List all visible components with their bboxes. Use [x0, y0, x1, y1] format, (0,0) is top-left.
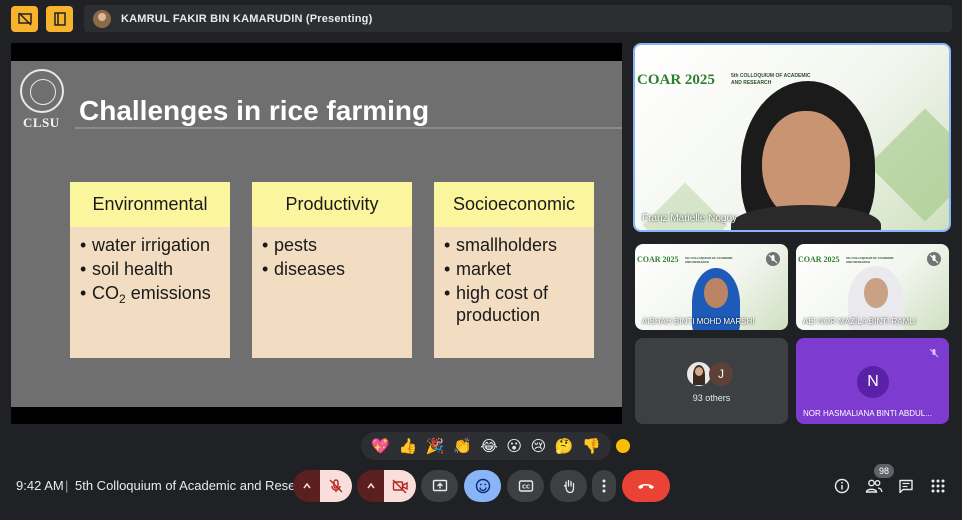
column-heading: Environmental [70, 182, 230, 227]
meet-window: KAMRUL FAKIR BIN KAMARUDIN (Presenting) … [0, 0, 962, 520]
participant-name: AISHAH BINTI MOHD MARSHI [642, 317, 755, 326]
more-options-icon [602, 479, 606, 493]
others-count-label: 93 others [692, 393, 731, 403]
title-divider [75, 127, 622, 129]
list-item: diseases [262, 258, 412, 280]
camera-toggle-button[interactable] [384, 470, 416, 502]
chat-icon [899, 479, 913, 494]
list-item: pests [262, 234, 412, 256]
svg-text:CC: CC [521, 485, 529, 491]
column-heading: Productivity [252, 182, 412, 227]
logo-text: CLSU [23, 115, 60, 130]
end-call-icon [638, 484, 654, 489]
clock: 9:42 AM [16, 478, 64, 493]
raise-hand-button[interactable] [550, 470, 587, 502]
stop-presentation-button[interactable] [11, 6, 38, 32]
present-button[interactable] [421, 470, 458, 502]
reaction-heart[interactable]: 💖 [371, 437, 390, 455]
participant-name: Franz Marielle Nogoy [642, 213, 738, 224]
presenter-banner: KAMRUL FAKIR BIN KAMARUDIN (Presenting) [84, 5, 952, 32]
conference-title: COAR 2025 [637, 72, 715, 88]
mic-off-icon [927, 252, 941, 266]
info-icon [834, 478, 850, 494]
reaction-thinking[interactable]: 🤔 [555, 437, 574, 455]
participant-name: AEI NOR MAZILA BINTI RAMLI [803, 317, 916, 326]
presenter-name: KAMRUL FAKIR BIN KAMARUDIN (Presenting) [121, 12, 373, 25]
chevron-up-icon [367, 482, 375, 489]
people-button[interactable] [865, 477, 883, 495]
list-item: high cost of production [444, 282, 594, 326]
camera-off-icon [392, 479, 408, 494]
captions-button[interactable]: CC [507, 470, 544, 502]
top-bar: KAMRUL FAKIR BIN KAMARUDIN (Presenting) [0, 0, 962, 36]
chat-button[interactable] [897, 477, 915, 495]
participants-count-badge: 98 [874, 464, 894, 478]
list-item: water irrigation [80, 234, 230, 256]
present-off-icon [17, 12, 32, 26]
column-productivity: Productivity pests diseases [252, 182, 412, 358]
reaction-thumbs-down[interactable]: 👎 [582, 437, 601, 455]
people-icon [865, 479, 883, 493]
raise-hand-icon [563, 479, 574, 494]
reaction-bar: 💖 👍 🎉 👏 😂 😮 😢 🤔 👎 [361, 432, 611, 460]
presenter-avatar [93, 9, 111, 28]
presentation-stage[interactable]: CLSU Challenges in rice farming Environm… [11, 43, 622, 424]
others-tile[interactable]: J 93 others [635, 338, 788, 424]
reaction-thumbs-up[interactable]: 👍 [399, 437, 418, 455]
mic-toggle-button[interactable] [320, 470, 352, 502]
more-options-button[interactable] [592, 470, 616, 502]
captions-icon: CC [518, 480, 533, 492]
avatar: N [857, 366, 889, 398]
divider: | [65, 478, 69, 493]
list-item: CO2 emissions [80, 282, 230, 310]
slide: CLSU Challenges in rice farming Environm… [11, 61, 622, 407]
audio-settings-button[interactable] [293, 470, 321, 502]
participant-tile[interactable]: N NOR HASMALIANA BINTI ABDUL... [796, 338, 949, 424]
column-socioeconomic: Socioeconomic smallholders market high c… [434, 182, 594, 358]
university-seal-logo [20, 69, 64, 113]
present-screen-icon [432, 479, 447, 492]
list-item: market [444, 258, 594, 280]
activities-button[interactable] [929, 477, 947, 495]
reaction-sad[interactable]: 😢 [531, 437, 547, 455]
participant-tile[interactable]: COAR 2025 5th COLLOQUIUM OF ACADEMIC AND… [796, 244, 949, 330]
column-environmental: Environmental water irrigation soil heal… [70, 182, 230, 358]
mic-off-icon [929, 348, 939, 358]
list-item: soil health [80, 258, 230, 280]
avatar [687, 362, 711, 386]
slide-title: Challenges in rice farming [79, 95, 430, 126]
column-heading: Socioeconomic [434, 182, 594, 227]
list-item: smallholders [444, 234, 594, 256]
mic-off-icon [329, 479, 343, 493]
layout-button[interactable] [46, 6, 73, 32]
meeting-details-button[interactable] [833, 477, 851, 495]
participant-name: NOR HASMALIANA BINTI ABDUL... [803, 409, 932, 418]
leave-call-button[interactable] [622, 470, 670, 502]
avatar: J [709, 362, 733, 386]
book-icon [53, 12, 66, 26]
speaker-tile-main[interactable]: COAR 2025 5th COLLOQUIUM OF ACADEMIC AND… [633, 43, 951, 232]
participant-tile[interactable]: COAR 2025 5th COLLOQUIUM OF ACADEMIC AND… [635, 244, 788, 330]
emoji-icon [475, 478, 490, 494]
reaction-laugh[interactable]: 😂 [480, 437, 498, 455]
reaction-surprised[interactable]: 😮 [506, 437, 522, 455]
video-settings-button[interactable] [357, 470, 385, 502]
mic-off-icon [766, 252, 780, 266]
reaction-clap[interactable]: 👏 [453, 437, 472, 455]
reactions-button[interactable] [464, 470, 501, 502]
chevron-up-icon [303, 482, 311, 489]
skin-tone-picker[interactable] [616, 439, 630, 453]
activities-icon [931, 479, 945, 493]
meeting-title: 5th Colloquium of Academic and Resea... [75, 478, 314, 493]
reaction-party[interactable]: 🎉 [426, 437, 445, 455]
